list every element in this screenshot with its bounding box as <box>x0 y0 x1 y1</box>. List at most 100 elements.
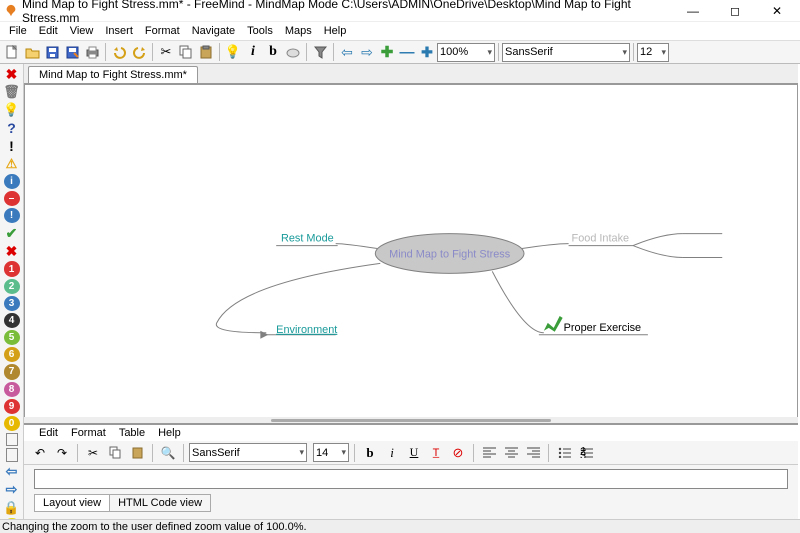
menu-help[interactable]: Help <box>319 24 352 38</box>
print-icon[interactable] <box>82 42 102 62</box>
sidebar-p6-icon[interactable]: 6 <box>4 347 20 362</box>
menu-edit[interactable]: Edit <box>34 24 63 38</box>
menu-maps[interactable]: Maps <box>280 24 317 38</box>
sidebar-idea-icon[interactable]: 💡 <box>4 102 20 118</box>
node-exercise[interactable]: Proper Exercise <box>564 322 641 334</box>
sidebar-p4-icon[interactable]: 4 <box>4 313 20 328</box>
add-node-icon[interactable]: ✚ <box>377 42 397 62</box>
tab-layout-view[interactable]: Layout view <box>34 494 110 512</box>
mindmap-canvas[interactable]: Mind Map to Fight Stress Rest Mode Envir… <box>24 84 798 423</box>
statusbar: Changing the zoom to the user defined zo… <box>0 519 800 533</box>
editor-pane: Edit Format Table Help ↶ ↷ ✂ 🔍 SansSerif… <box>24 423 798 519</box>
sidebar-help-icon[interactable]: ? <box>4 120 20 136</box>
sidebar-ok2-icon[interactable]: ! <box>4 208 20 223</box>
document-tab[interactable]: Mind Map to Fight Stress.mm* <box>28 66 198 83</box>
sidebar-p9-icon[interactable]: 9 <box>4 399 20 414</box>
sidebar-back-icon[interactable]: ⇦ <box>4 464 20 480</box>
sidebar-p5-icon[interactable]: 5 <box>4 330 20 345</box>
editor-redo-icon[interactable]: ↷ <box>52 443 72 463</box>
editor-text-input[interactable] <box>34 469 788 489</box>
save-icon[interactable] <box>42 42 62 62</box>
editor-italic-icon[interactable]: i <box>382 443 402 463</box>
editor-cut-icon[interactable]: ✂ <box>83 443 103 463</box>
editor-font-dropdown[interactable]: SansSerif▾ <box>189 443 307 462</box>
copy-icon[interactable] <box>176 42 196 62</box>
nav-next-icon[interactable]: ⇨ <box>357 42 377 62</box>
sidebar-delete-icon[interactable]: ✖ <box>4 66 20 82</box>
editor-menu-format[interactable]: Format <box>66 426 111 440</box>
sidebar-forward-icon[interactable]: ⇨ <box>4 482 20 498</box>
sidebar-lock-icon[interactable]: 🔒 <box>4 500 20 516</box>
editor-color-icon[interactable]: T̲ <box>426 443 446 463</box>
menu-file[interactable]: File <box>4 24 32 38</box>
sidebar-p1-icon[interactable]: 1 <box>4 261 20 276</box>
editor-copy-icon[interactable] <box>105 443 125 463</box>
editor-fontsize-dropdown[interactable]: 14▾ <box>313 443 349 462</box>
menu-tools[interactable]: Tools <box>242 24 278 38</box>
saveas-icon[interactable] <box>62 42 82 62</box>
minimize-button[interactable]: ― <box>678 2 708 20</box>
check-icon <box>544 316 563 332</box>
sidebar-blank-icon[interactable] <box>6 448 18 461</box>
fontsize-value: 12 <box>640 46 652 58</box>
editor-clear-icon[interactable]: ⊘ <box>448 443 468 463</box>
paste-icon[interactable] <box>196 42 216 62</box>
font-dropdown[interactable]: SansSerif▾ <box>502 43 630 62</box>
editor-paste-icon[interactable] <box>127 443 147 463</box>
fontsize-dropdown[interactable]: 12▾ <box>637 43 669 62</box>
menu-view[interactable]: View <box>65 24 99 38</box>
zoom-out-icon[interactable]: ― <box>397 42 417 62</box>
nav-prev-icon[interactable]: ⇦ <box>337 42 357 62</box>
editor-menu-edit[interactable]: Edit <box>34 426 63 440</box>
menu-format[interactable]: Format <box>140 24 185 38</box>
list-number-icon[interactable]: 123 <box>576 443 596 463</box>
sidebar-p8-icon[interactable]: 8 <box>4 382 20 397</box>
sidebar-info-icon[interactable]: i <box>4 174 20 189</box>
node-env[interactable]: Environment <box>276 324 337 336</box>
editor-bold-icon[interactable]: b <box>360 443 380 463</box>
zoom-dropdown[interactable]: 100%▾ <box>437 43 495 62</box>
cloud-icon[interactable] <box>283 42 303 62</box>
sidebar-warning-icon[interactable]: ⚠ <box>4 156 20 172</box>
italic-icon[interactable]: i <box>243 42 263 62</box>
sidebar-p2-icon[interactable]: 2 <box>4 279 20 294</box>
redo-icon[interactable] <box>129 42 149 62</box>
icon-sidebar: ✖ 🗑 💡 ? ! ⚠ i – ! ✔ ✖ 1 2 3 4 5 6 7 8 9 … <box>0 64 24 533</box>
editor-menubar: Edit Format Table Help <box>24 425 798 441</box>
sidebar-p7-icon[interactable]: 7 <box>4 364 20 379</box>
sidebar-p3-icon[interactable]: 3 <box>4 296 20 311</box>
node-food[interactable]: Food Intake <box>572 233 630 245</box>
align-right-icon[interactable] <box>523 443 543 463</box>
sidebar-stop-icon[interactable]: – <box>4 191 20 206</box>
cut-icon[interactable]: ✂ <box>156 42 176 62</box>
open-file-icon[interactable] <box>22 42 42 62</box>
editor-find-icon[interactable]: 🔍 <box>158 443 178 463</box>
editor-menu-help[interactable]: Help <box>153 426 186 440</box>
font-value: SansSerif <box>505 46 553 58</box>
editor-underline-icon[interactable]: U <box>404 443 424 463</box>
sidebar-doc-icon[interactable] <box>6 433 18 446</box>
menu-insert[interactable]: Insert <box>100 24 138 38</box>
list-bullet-icon[interactable] <box>554 443 574 463</box>
sidebar-trash-icon[interactable]: 🗑 <box>4 84 20 100</box>
editor-undo-icon[interactable]: ↶ <box>30 443 50 463</box>
filter-icon[interactable] <box>310 42 330 62</box>
tab-html-view[interactable]: HTML Code view <box>109 494 211 512</box>
zoom-value: 100% <box>440 46 468 58</box>
bold-icon[interactable]: b <box>263 42 283 62</box>
sidebar-check-icon[interactable]: ✔ <box>4 225 20 241</box>
maximize-button[interactable]: ◻ <box>720 2 750 20</box>
align-center-icon[interactable] <box>501 443 521 463</box>
new-file-icon[interactable] <box>2 42 22 62</box>
sidebar-important-icon[interactable]: ! <box>4 138 20 154</box>
idea-icon[interactable]: 💡 <box>223 42 243 62</box>
undo-icon[interactable] <box>109 42 129 62</box>
editor-menu-table[interactable]: Table <box>114 426 150 440</box>
menu-navigate[interactable]: Navigate <box>187 24 240 38</box>
sidebar-p0-icon[interactable]: 0 <box>4 416 20 431</box>
zoom-in-icon[interactable]: ✚ <box>417 42 437 62</box>
node-rest[interactable]: Rest Mode <box>281 233 334 245</box>
align-left-icon[interactable] <box>479 443 499 463</box>
sidebar-cross-icon[interactable]: ✖ <box>4 243 20 259</box>
close-button[interactable]: ✕ <box>762 2 792 20</box>
